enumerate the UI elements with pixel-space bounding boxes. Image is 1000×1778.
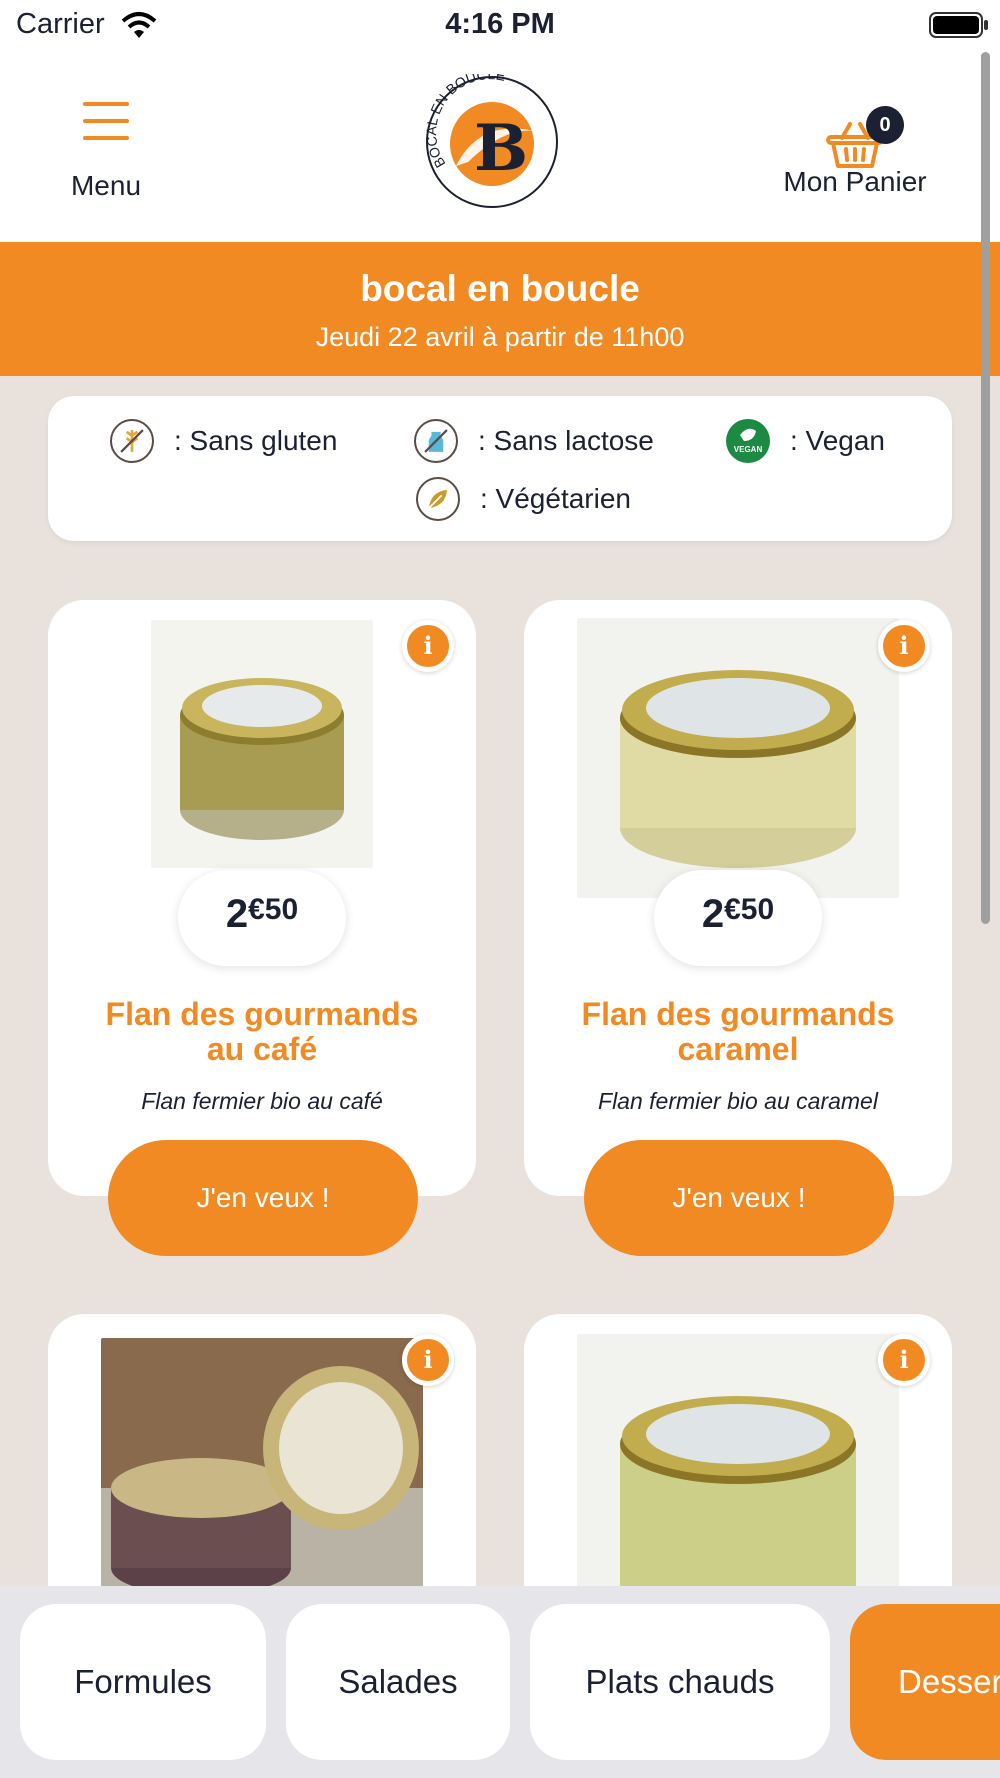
info-icon: i [899, 1345, 909, 1374]
product-image[interactable] [151, 620, 373, 868]
tab-plats-chauds[interactable]: Plats chauds [530, 1604, 830, 1760]
menu-button[interactable]: Menu [48, 82, 164, 202]
product-title: Flan des gourmands au café [105, 996, 419, 1067]
legend-gluten-free: : Sans gluten [110, 418, 337, 464]
scrollbar[interactable] [981, 52, 990, 924]
banner-subtitle: Jeudi 22 avril à partir de 11h00 [315, 322, 685, 352]
price-main: 2 [701, 892, 725, 936]
event-banner: bocal en boucle Jeudi 22 avril à partir … [0, 242, 1000, 376]
info-button[interactable]: i [402, 1334, 454, 1386]
product-card: i 2€50 Flan des gourmands au café Flan f… [48, 600, 476, 1256]
info-button[interactable]: i [402, 620, 454, 672]
bocal-en-boucle-logo[interactable]: B BOCAL EN BOUCLE [424, 74, 560, 210]
battery-icon [929, 12, 988, 38]
tab-formules[interactable]: Formules [20, 1604, 266, 1760]
legend-lactose-free: : Sans lactose [414, 418, 654, 464]
banner-title: bocal en boucle [360, 268, 640, 309]
gluten-free-icon [110, 419, 154, 463]
status-bar: Carrier 4:16 PM [0, 0, 1000, 52]
legend-gluten-free-label: : Sans gluten [174, 425, 338, 456]
status-time: 4:16 PM [445, 8, 555, 40]
add-to-cart-button[interactable]: J'en veux ! [584, 1140, 894, 1256]
price-badge: 2€50 [654, 870, 822, 966]
legend-vegetarian: : Végétarien [416, 476, 631, 522]
legend-vegetarian-label: : Végétarien [480, 483, 631, 514]
cart-label: Mon Panier [783, 166, 927, 197]
tab-desserts[interactable]: Desserts [850, 1604, 1000, 1760]
menu-label: Menu [70, 170, 142, 201]
svg-text:B: B [474, 111, 528, 186]
lactose-free-icon [414, 419, 458, 463]
product-description: Flan fermier bio au caramel [598, 1088, 878, 1114]
info-icon: i [423, 631, 433, 660]
legend-vegan-label: : Vegan [790, 425, 885, 456]
price-badge: 2€50 [178, 870, 346, 966]
cart-count-badge: 0 [866, 106, 904, 144]
svg-text:VEGAN: VEGAN [734, 445, 763, 454]
price-cents: €50 [248, 893, 299, 926]
category-tabbar: Formules Salades Plats chauds Desserts [0, 1586, 1000, 1778]
legend-vegan: VEGAN : Vegan [726, 418, 885, 464]
product-card: i 2€50 Flan des gourmands caramel Flan f… [524, 600, 952, 1256]
add-to-cart-button[interactable]: J'en veux ! [108, 1140, 418, 1256]
price-cents: €50 [724, 893, 775, 926]
info-button[interactable]: i [878, 1334, 930, 1386]
hamburger-icon [83, 102, 129, 140]
product-description: Flan fermier bio au café [141, 1088, 383, 1114]
info-icon: i [899, 631, 909, 660]
legend-lactose-free-label: : Sans lactose [478, 425, 654, 456]
vegan-icon: VEGAN [726, 419, 770, 463]
price-main: 2 [225, 892, 249, 936]
tab-salades[interactable]: Salades [286, 1604, 510, 1760]
product-title: Flan des gourmands caramel [581, 996, 895, 1067]
vegetarian-icon [416, 477, 460, 521]
app-header: Menu B BOCAL EN BOUCLE 0 Mon Panier [0, 52, 1000, 242]
info-button[interactable]: i [878, 620, 930, 672]
info-icon: i [423, 1345, 433, 1374]
diet-legend: : Sans gluten : Sans lactose VEGAN : Veg… [48, 396, 952, 541]
